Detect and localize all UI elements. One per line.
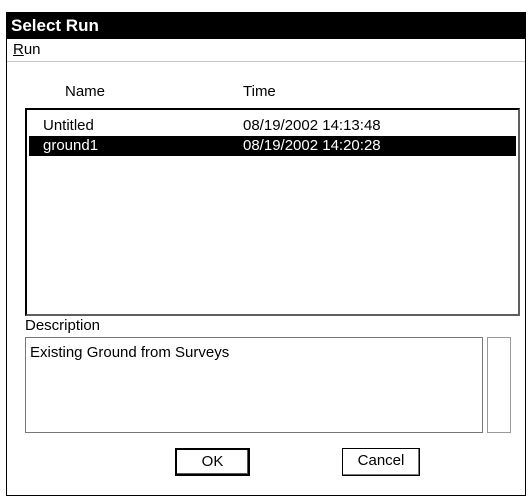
select-run-dialog: Select Run Run Name Time Untitled 08/19/… bbox=[6, 12, 526, 496]
menu-run[interactable]: Run bbox=[13, 39, 41, 61]
run-time: 08/19/2002 14:13:48 bbox=[243, 117, 381, 134]
menu-bar: Run bbox=[7, 39, 525, 62]
ok-button[interactable]: OK bbox=[175, 448, 250, 476]
description-label: Description bbox=[25, 317, 101, 334]
column-header-name[interactable]: Name bbox=[65, 83, 105, 100]
menu-run-label: un bbox=[23, 41, 41, 58]
run-time: 08/19/2002 14:20:28 bbox=[243, 137, 381, 154]
dialog-title: Select Run bbox=[7, 13, 525, 39]
list-item-selected[interactable]: ground1 08/19/2002 14:20:28 bbox=[29, 136, 516, 156]
description-field[interactable]: Existing Ground from Surveys bbox=[25, 337, 483, 433]
cancel-button[interactable]: Cancel bbox=[342, 448, 420, 476]
run-list[interactable]: Untitled 08/19/2002 14:13:48 ground1 08/… bbox=[25, 108, 520, 316]
column-header-time[interactable]: Time bbox=[243, 83, 276, 100]
menu-run-mnemonic: R bbox=[13, 41, 24, 58]
run-name: ground1 bbox=[43, 137, 99, 154]
run-name: Untitled bbox=[43, 117, 94, 134]
description-scrollbar[interactable] bbox=[487, 337, 511, 433]
list-item[interactable]: Untitled 08/19/2002 14:13:48 bbox=[29, 116, 516, 136]
